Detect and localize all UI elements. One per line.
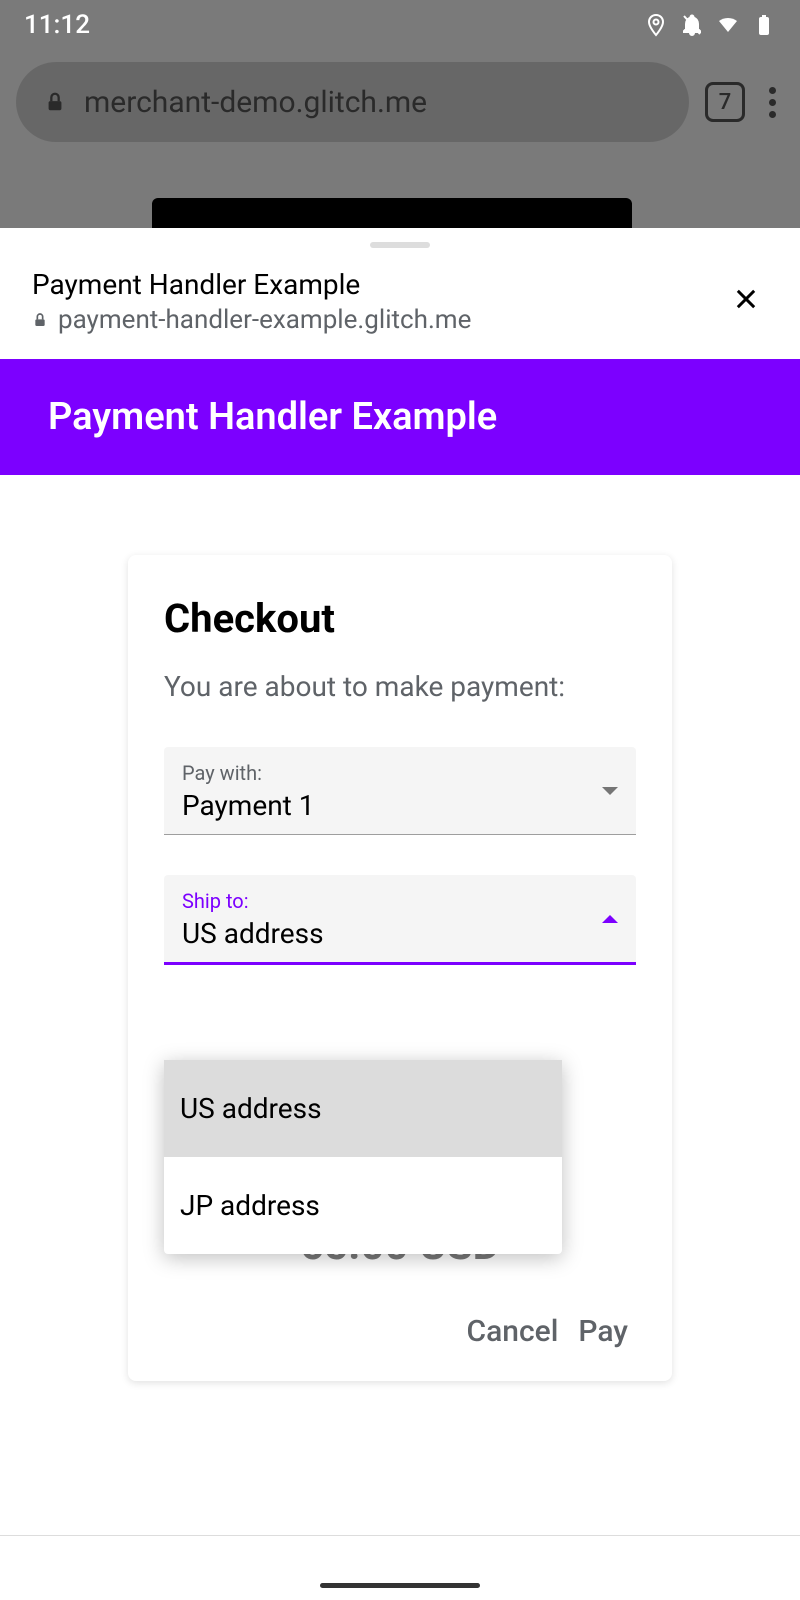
pay-with-value: Payment 1 [182, 789, 618, 822]
status-time: 11:12 [24, 10, 90, 40]
ship-to-dropdown: US address JP address [164, 1060, 562, 1254]
lock-icon [32, 311, 48, 329]
url-text: merchant-demo.glitch.me [84, 85, 427, 120]
pay-with-label: Pay with: [182, 761, 618, 785]
gesture-bar[interactable] [320, 1583, 480, 1588]
dropdown-option-us[interactable]: US address [164, 1060, 562, 1157]
divider [0, 1535, 800, 1536]
status-bar: 11:12 [0, 0, 800, 50]
location-icon [644, 13, 668, 37]
dropdown-option-jp[interactable]: JP address [164, 1157, 562, 1254]
payment-sheet: Payment Handler Example payment-handler-… [0, 228, 800, 1600]
battery-icon [752, 13, 776, 37]
close-icon[interactable] [724, 275, 768, 329]
chevron-down-icon [602, 787, 618, 795]
sheet-grabber[interactable] [370, 242, 430, 248]
lock-icon [44, 89, 66, 115]
ship-to-select[interactable]: Ship to: US address [164, 875, 636, 965]
ship-to-value: US address [182, 917, 618, 950]
pay-button[interactable]: Pay [570, 1306, 636, 1357]
card-title: Checkout [164, 595, 636, 642]
tab-switcher[interactable]: 7 [705, 82, 745, 122]
action-row: Cancel Pay [164, 1306, 636, 1357]
checkout-card: Checkout You are about to make payment: … [128, 555, 672, 1381]
sheet-header: Payment Handler Example payment-handler-… [0, 268, 800, 359]
chevron-up-icon [602, 915, 618, 923]
origin-text: payment-handler-example.glitch.me [58, 305, 471, 335]
sheet-title: Payment Handler Example [32, 268, 471, 301]
more-menu-icon[interactable] [761, 87, 784, 118]
card-subtitle: You are about to make payment: [164, 670, 636, 703]
page-content-peek [152, 198, 632, 228]
app-banner: Payment Handler Example [0, 359, 800, 475]
url-bar[interactable]: merchant-demo.glitch.me [16, 62, 689, 142]
ship-to-label: Ship to: [182, 889, 618, 913]
cancel-button[interactable]: Cancel [459, 1306, 567, 1357]
browser-bar: merchant-demo.glitch.me 7 [0, 62, 800, 142]
sheet-origin: payment-handler-example.glitch.me [32, 305, 471, 335]
wifi-icon [716, 13, 740, 37]
pay-with-select[interactable]: Pay with: Payment 1 [164, 747, 636, 835]
notifications-off-icon [680, 13, 704, 37]
status-icons [644, 13, 776, 37]
